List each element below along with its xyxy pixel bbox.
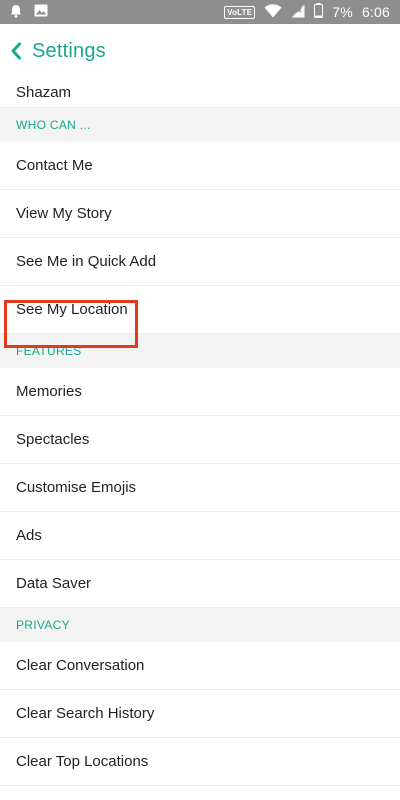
settings-item-spectacles[interactable]: Spectacles: [0, 416, 400, 464]
back-button[interactable]: [0, 24, 22, 78]
signal-icon: [291, 4, 305, 21]
header: Settings: [0, 24, 400, 78]
settings-item-data-saver[interactable]: Data Saver: [0, 560, 400, 608]
section-header-privacy: PRIVACY: [0, 608, 400, 642]
settings-item-memories[interactable]: Memories: [0, 368, 400, 416]
settings-list: Shazam WHO CAN ... Contact Me View My St…: [0, 78, 400, 786]
settings-item-clear-top-locations[interactable]: Clear Top Locations: [0, 738, 400, 786]
settings-item-clear-conversation[interactable]: Clear Conversation: [0, 642, 400, 690]
settings-item-ads[interactable]: Ads: [0, 512, 400, 560]
volte-badge: VoLTE: [224, 5, 256, 19]
image-icon: [34, 4, 48, 20]
status-bar: VoLTE 7% 6:06: [0, 0, 400, 24]
settings-item-shazam[interactable]: Shazam: [0, 78, 400, 108]
section-header-who-can: WHO CAN ...: [0, 108, 400, 142]
battery-icon: [314, 3, 324, 21]
settings-item-see-my-location[interactable]: See My Location: [0, 286, 400, 334]
settings-item-see-me-in-quick-add[interactable]: See Me in Quick Add: [0, 238, 400, 286]
chevron-left-icon: [10, 42, 22, 60]
wifi-icon: [264, 3, 282, 21]
settings-item-view-my-story[interactable]: View My Story: [0, 190, 400, 238]
page-title: Settings: [32, 39, 106, 62]
clock: 6:06: [361, 4, 390, 20]
settings-item-customise-emojis[interactable]: Customise Emojis: [0, 464, 400, 512]
settings-item-contact-me[interactable]: Contact Me: [0, 142, 400, 190]
section-header-features: FEATURES: [0, 334, 400, 368]
notification-bell-icon: [10, 4, 22, 21]
settings-item-clear-search-history[interactable]: Clear Search History: [0, 690, 400, 738]
battery-percent: 7%: [332, 4, 353, 20]
